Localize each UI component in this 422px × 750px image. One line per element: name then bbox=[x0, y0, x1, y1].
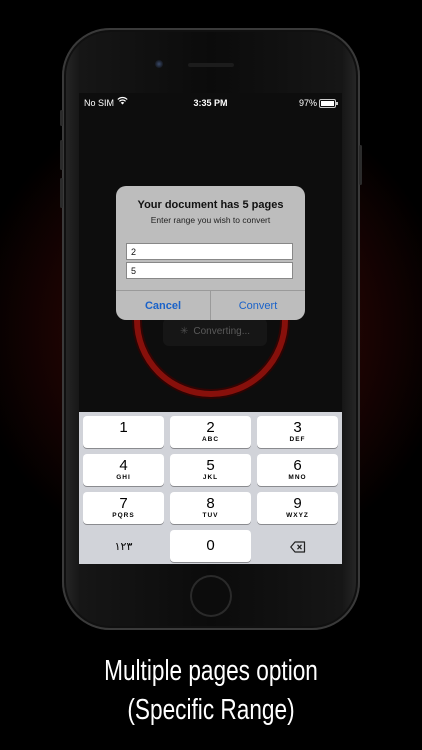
key-5[interactable]: 5 JKL bbox=[170, 454, 251, 486]
earpiece-speaker bbox=[188, 63, 234, 67]
volume-up-button bbox=[60, 140, 63, 170]
battery-percent: 97% bbox=[298, 98, 317, 108]
key-2[interactable]: 2 ABC bbox=[170, 416, 251, 448]
delete-backspace-icon bbox=[257, 530, 338, 558]
key-1[interactable]: 1 bbox=[83, 416, 164, 448]
front-camera bbox=[155, 60, 163, 68]
power-button bbox=[359, 145, 362, 185]
alert-actions: Cancel Convert bbox=[116, 290, 305, 320]
cancel-button[interactable]: Cancel bbox=[116, 291, 211, 320]
key-3[interactable]: 3 DEF bbox=[257, 416, 338, 448]
phone-screen: ✳ Converting... No SIM 3:35 PM 97% Your d… bbox=[79, 93, 342, 564]
alert-title: Your document has 5 pages bbox=[137, 199, 284, 211]
range-end-input[interactable] bbox=[126, 262, 293, 279]
status-bar: No SIM 3:35 PM 97% bbox=[79, 93, 342, 113]
key-0[interactable]: 0 bbox=[170, 530, 251, 562]
key-7[interactable]: 7 PQRS bbox=[83, 492, 164, 524]
range-alert-dialog: Your document has 5 pages Enter range yo… bbox=[116, 186, 305, 320]
caption-line-2: (Specific Range) bbox=[127, 694, 295, 726]
key-4[interactable]: 4 GHI bbox=[83, 454, 164, 486]
key-arabic-digits[interactable]: ١٢٣ bbox=[83, 530, 164, 562]
battery-icon bbox=[319, 99, 338, 108]
volume-down-button bbox=[60, 178, 63, 208]
key-9[interactable]: 9 WXYZ bbox=[257, 492, 338, 524]
caption-line-1: Multiple pages option bbox=[104, 655, 318, 687]
numeric-keypad: 1 2 ABC 3 DEF 4 GHI 5 JKL 6 MNO 7 PQRS 8 TUV 9W… bbox=[79, 412, 342, 564]
key-8[interactable]: 8 TUV bbox=[170, 492, 251, 524]
key-6[interactable]: 6 MNO bbox=[257, 454, 338, 486]
range-start-input[interactable] bbox=[126, 243, 293, 260]
home-button[interactable] bbox=[190, 575, 232, 617]
alert-message: Enter range you wish to convert bbox=[150, 215, 271, 225]
convert-button[interactable]: Convert bbox=[211, 291, 305, 320]
key-delete[interactable] bbox=[257, 530, 338, 562]
mute-switch bbox=[60, 110, 63, 126]
